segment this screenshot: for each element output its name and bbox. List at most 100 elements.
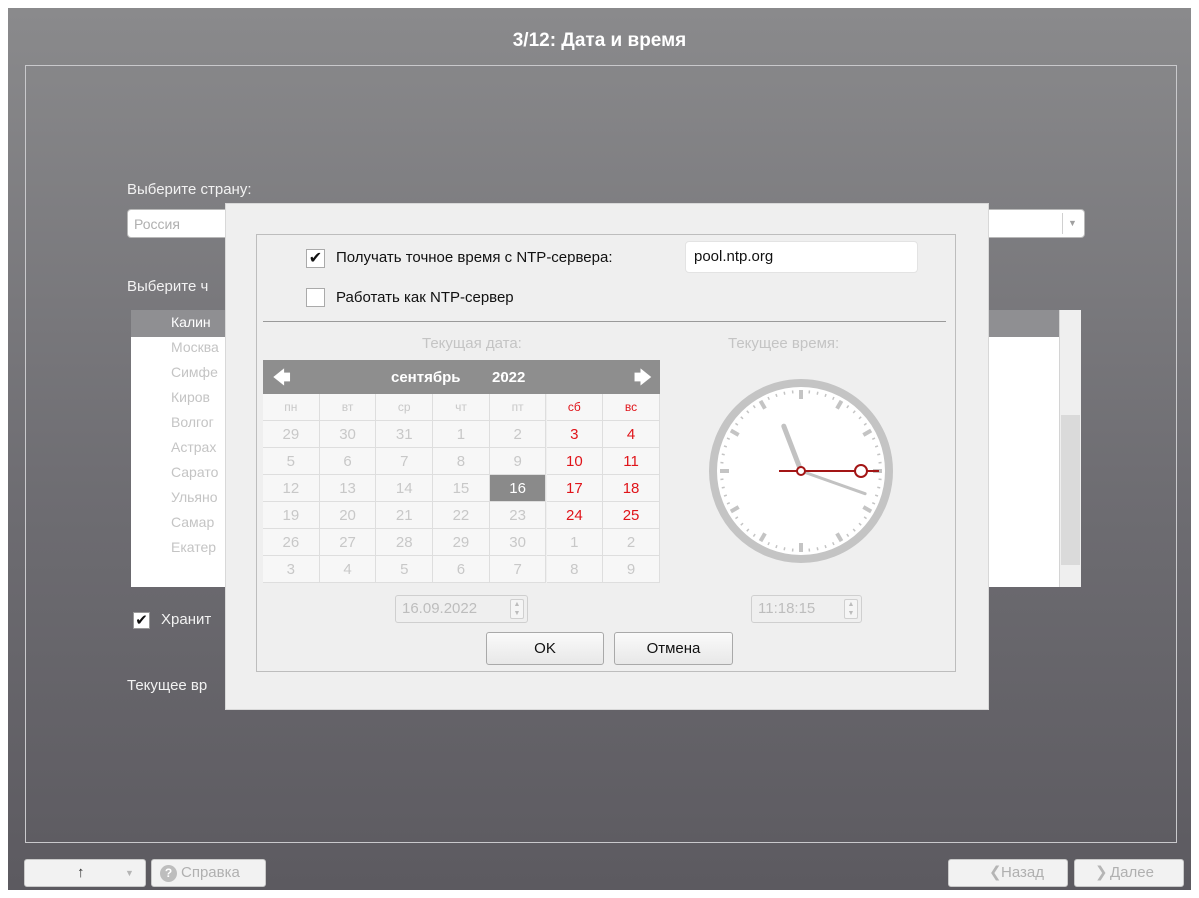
ok-button[interactable]: OK — [486, 632, 604, 665]
timezone-item[interactable]: Сарато — [171, 464, 218, 480]
timezone-label: Выберите ч — [127, 278, 209, 295]
weekday-header: чт — [433, 394, 490, 421]
date-input[interactable]: 16.09.2022 ▲ ▼ — [395, 595, 528, 623]
calendar-day[interactable]: 20 — [319, 502, 377, 529]
clock-tick — [874, 445, 879, 448]
calendar-day[interactable]: 2 — [489, 421, 547, 448]
calendar-day[interactable]: 21 — [376, 502, 434, 529]
date-caption: Текущая дата: — [422, 335, 522, 352]
keep-local-time-checkbox[interactable]: ✔ — [133, 612, 150, 629]
calendar-day[interactable]: 6 — [319, 448, 377, 475]
calendar-day[interactable]: 16 — [489, 475, 547, 502]
calendar-day[interactable]: 25 — [603, 502, 660, 529]
time-caption: Текущее время: — [728, 335, 840, 352]
clock-tick — [721, 453, 725, 456]
time-input[interactable]: 11:18:15 ▲ ▼ — [751, 595, 862, 623]
calendar-day[interactable]: 14 — [376, 475, 434, 502]
calendar-day[interactable]: 17 — [546, 475, 604, 502]
timezone-item[interactable]: Самар — [171, 514, 214, 530]
calendar-day[interactable]: 7 — [376, 448, 434, 475]
calendar-day[interactable]: 29 — [433, 529, 490, 556]
help-button[interactable]: ? Справка — [151, 859, 266, 887]
arrow-left-icon[interactable]: 🡄 — [273, 365, 291, 394]
chevron-down-icon[interactable]: ▼ — [1062, 213, 1082, 234]
clock-tick — [874, 494, 879, 497]
calendar-day[interactable]: 28 — [376, 529, 434, 556]
calendar-day[interactable]: 10 — [546, 448, 604, 475]
calendar-day[interactable]: 8 — [433, 448, 490, 475]
spin-up-icon[interactable]: ▲ — [511, 600, 523, 609]
calendar-day[interactable]: 26 — [263, 529, 320, 556]
clock-tick — [824, 393, 827, 398]
spin-down-icon[interactable]: ▼ — [511, 609, 523, 618]
timezone-item[interactable]: Ульяно — [171, 489, 218, 505]
chevron-down-icon[interactable]: ▼ — [125, 860, 134, 886]
timezone-scrollbar[interactable] — [1059, 310, 1081, 587]
ntp-server-mode-checkbox[interactable] — [306, 288, 325, 307]
timezone-item[interactable]: Астрах — [171, 439, 216, 455]
weekday-header: пн — [263, 394, 320, 421]
calendar-day[interactable]: 4 — [319, 556, 377, 583]
help-icon: ? — [160, 865, 177, 882]
calendar-day[interactable]: 24 — [546, 502, 604, 529]
time-value: 11:18:15 — [758, 600, 816, 617]
calendar-day[interactable]: 5 — [376, 556, 434, 583]
ntp-server-input[interactable]: pool.ntp.org — [685, 241, 918, 273]
calendar-day[interactable]: 27 — [319, 529, 377, 556]
calendar-day[interactable]: 3 — [546, 421, 604, 448]
chevron-left-icon: ❮ — [989, 864, 1002, 881]
second-hand-knob — [854, 464, 868, 478]
spin-up-icon[interactable]: ▲ — [845, 600, 857, 609]
calendar-day[interactable]: 18 — [603, 475, 660, 502]
timezone-item[interactable]: Симфе — [171, 364, 218, 380]
calendar-day[interactable]: 12 — [263, 475, 320, 502]
calendar-day[interactable]: 1 — [433, 421, 490, 448]
calendar-year[interactable]: 2022 — [492, 369, 525, 386]
timezone-item[interactable]: Волгог — [171, 414, 214, 430]
calendar-day[interactable]: 23 — [489, 502, 547, 529]
date-spin-buttons[interactable]: ▲ ▼ — [510, 599, 524, 619]
timezone-item[interactable]: Москва — [171, 339, 219, 355]
spin-down-icon[interactable]: ▼ — [845, 609, 857, 618]
timezone-item[interactable]: Калин — [171, 314, 211, 330]
calendar-day[interactable]: 30 — [319, 421, 377, 448]
calendar-day[interactable]: 5 — [263, 448, 320, 475]
calendar-day[interactable]: 8 — [546, 556, 604, 583]
calendar-day[interactable]: 3 — [263, 556, 320, 583]
calendar-month[interactable]: сентябрь — [391, 369, 461, 386]
calendar-day[interactable]: 13 — [319, 475, 377, 502]
calendar-day[interactable]: 15 — [433, 475, 490, 502]
calendar-day[interactable]: 29 — [263, 421, 320, 448]
ntp-sync-checkbox[interactable]: ✔ — [306, 249, 325, 268]
calendar-day[interactable]: 22 — [433, 502, 490, 529]
calendar-day[interactable]: 9 — [603, 556, 660, 583]
scrollbar-thumb[interactable] — [1061, 415, 1080, 565]
arrow-right-icon[interactable]: 🡆 — [634, 365, 652, 394]
cancel-button[interactable]: Отмена — [614, 632, 733, 665]
calendar-day[interactable]: 7 — [489, 556, 547, 583]
back-button[interactable]: ❮ Назад — [948, 859, 1068, 887]
clock-tick — [723, 494, 728, 497]
calendar-day[interactable]: 4 — [603, 421, 660, 448]
calendar-day[interactable]: 11 — [603, 448, 660, 475]
timezone-item[interactable]: Екатер — [171, 539, 216, 555]
timezone-item[interactable]: Киров — [171, 389, 210, 405]
clock-tick — [816, 391, 819, 395]
calendar-day[interactable]: 6 — [433, 556, 490, 583]
next-button[interactable]: ❯ Далее — [1074, 859, 1184, 887]
calendar-day[interactable]: 31 — [376, 421, 434, 448]
up-button[interactable]: ↑ ▼ — [24, 859, 146, 887]
calendar: 🡄 сентябрь ▼ 2022 🡆 пн вт ср чт пт сб вс 29 30 31… — [263, 360, 660, 583]
clock-center — [796, 466, 806, 476]
calendar-day[interactable]: 9 — [489, 448, 547, 475]
calendar-day[interactable]: 19 — [263, 502, 320, 529]
clock-tick — [783, 391, 786, 395]
calendar-day[interactable]: 2 — [603, 529, 660, 556]
calendar-day[interactable]: 1 — [546, 529, 604, 556]
calendar-day[interactable]: 30 — [489, 529, 547, 556]
clock-tick — [877, 453, 881, 456]
time-spin-buttons[interactable]: ▲ ▼ — [844, 599, 858, 619]
calendar-nav: 🡄 сентябрь ▼ 2022 🡆 — [263, 360, 660, 394]
next-label: Далее — [1110, 864, 1154, 881]
clock-tick — [783, 547, 786, 551]
